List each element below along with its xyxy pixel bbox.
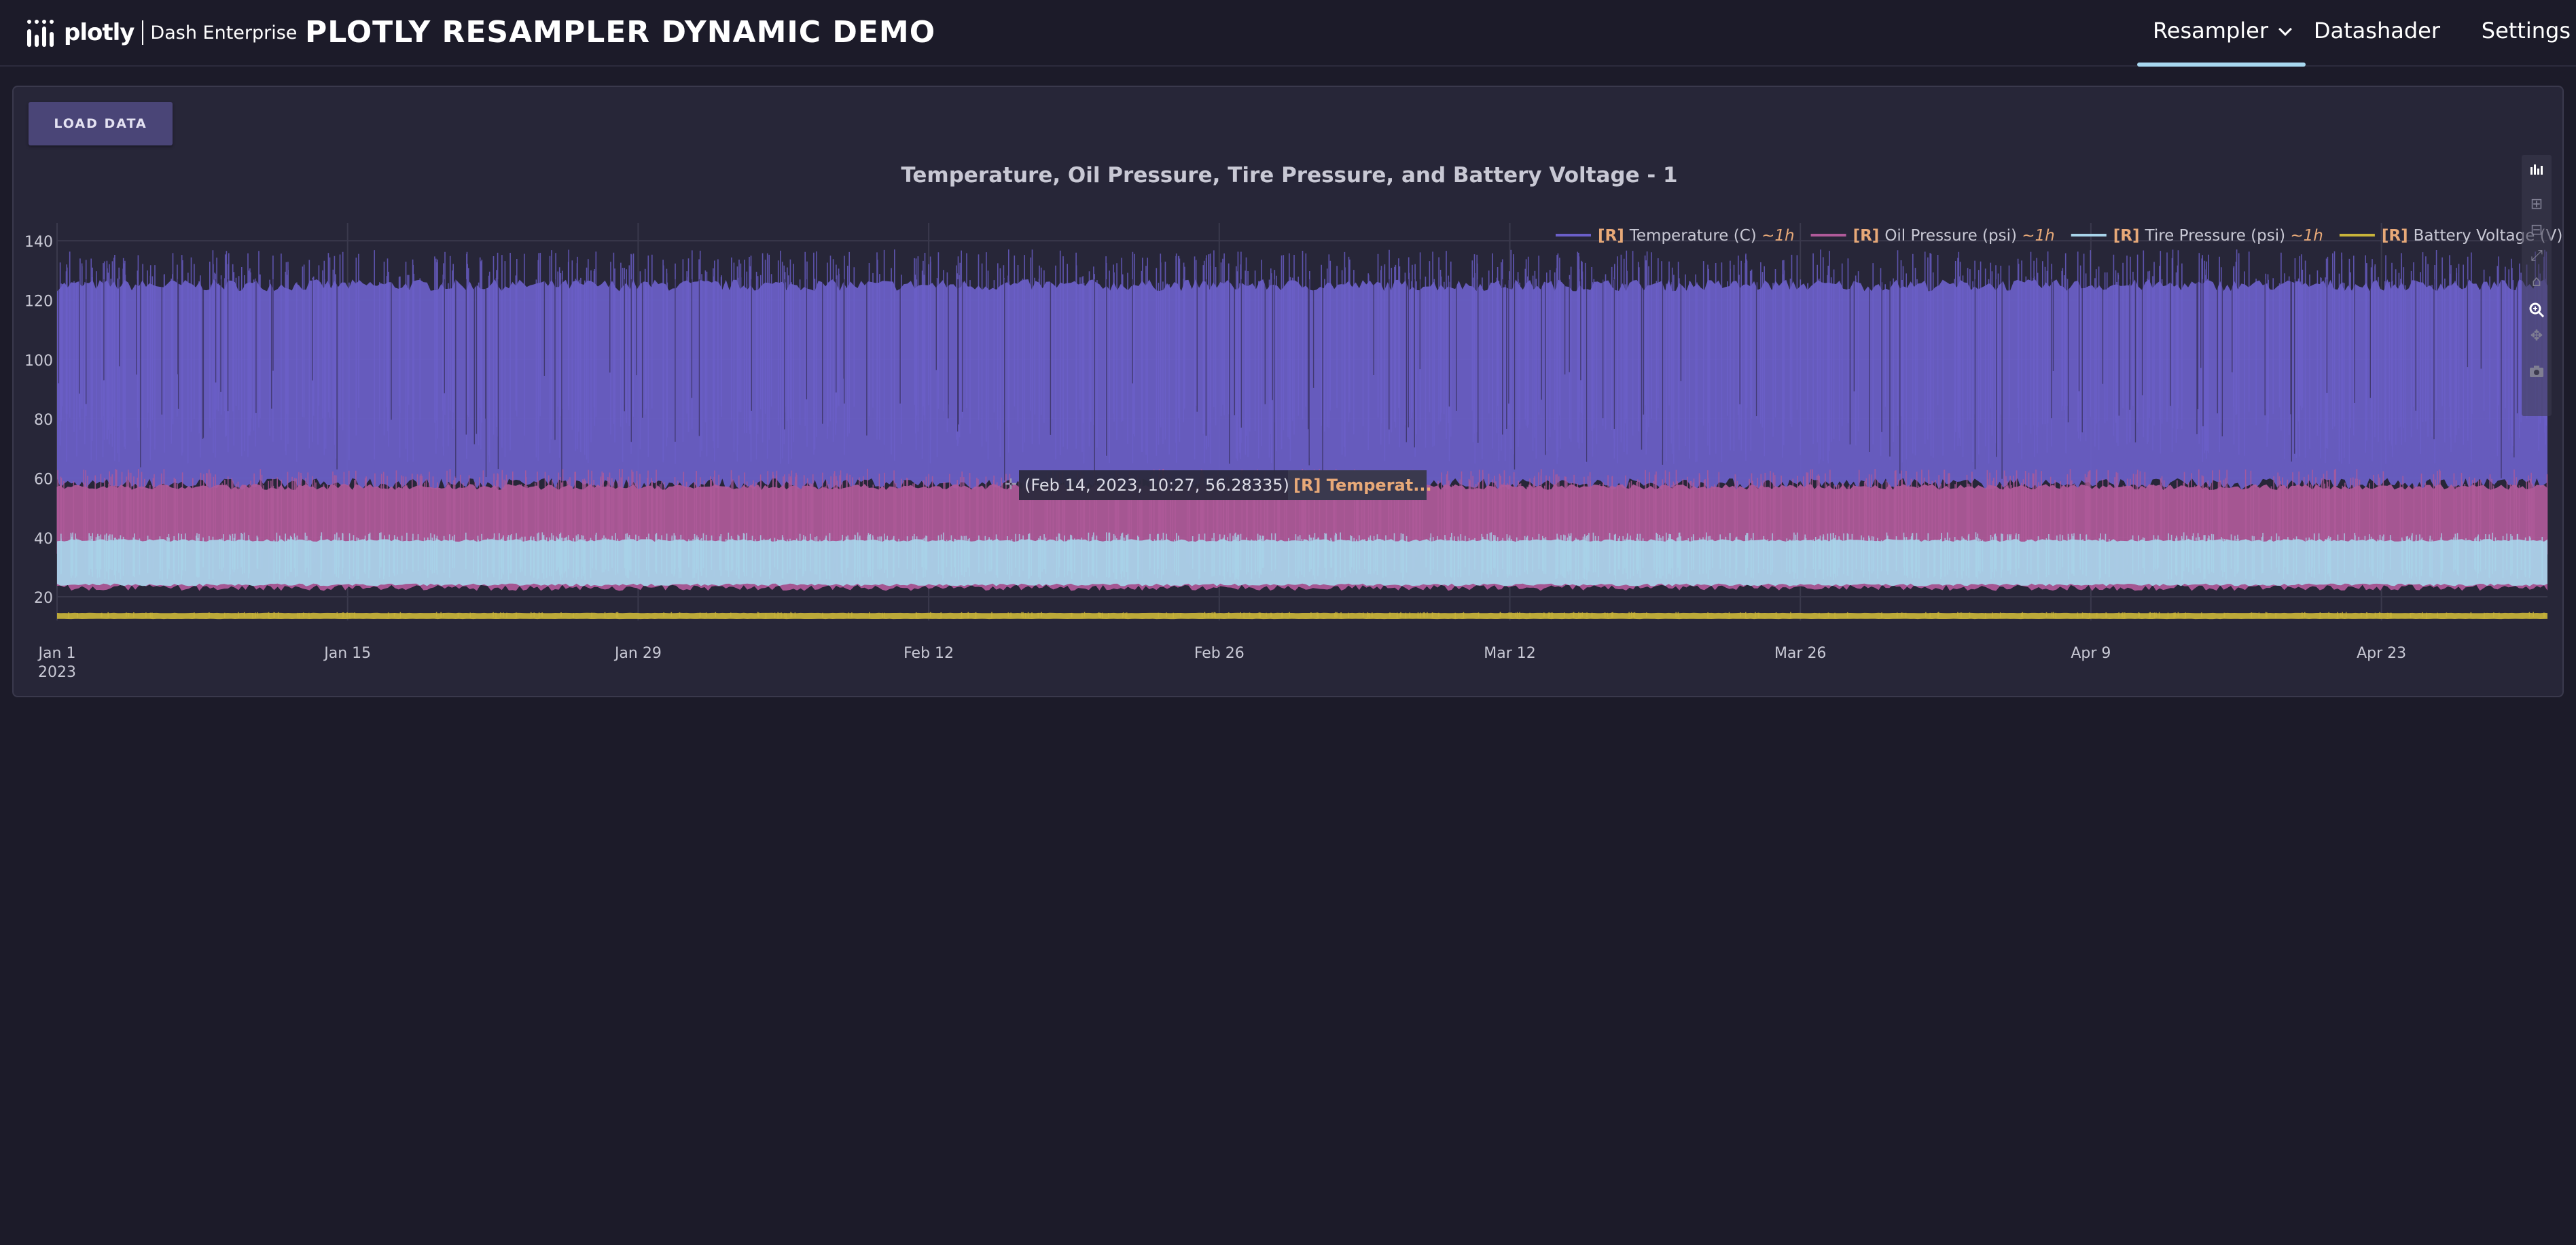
y-tick-label: 40 xyxy=(34,531,53,548)
series-temperature-c xyxy=(57,249,2547,490)
x-tick-label: Jan 1 xyxy=(37,645,76,662)
x-tick-label: Apr 23 xyxy=(2357,645,2406,662)
chevron-down-icon xyxy=(2278,22,2292,36)
zoom-out-icon[interactable]: ⊟ xyxy=(2527,220,2546,239)
resampler-graph[interactable]: Temperature, Oil Pressure, Tire Pressure… xyxy=(14,87,2565,699)
series-battery-voltage-v xyxy=(57,612,2547,620)
crosshair-cursor-icon: ✛ xyxy=(1005,476,1017,493)
x-tick-sublabel: 2023 xyxy=(38,664,76,681)
hover-series: [R] Temperat... xyxy=(1293,476,1432,495)
pan-icon[interactable]: ✥ xyxy=(2527,326,2546,345)
logo-subtitle: Dash Enterprise xyxy=(150,22,298,43)
logo-wordmark: plotly xyxy=(64,19,135,46)
autoscale-icon[interactable]: ⤢ xyxy=(2527,246,2546,265)
x-tick-label: Feb 26 xyxy=(1194,645,1245,662)
x-tick-label: Mar 12 xyxy=(1484,645,1536,662)
nav-settings[interactable]: Settings xyxy=(2482,0,2571,67)
x-tick-label: Feb 12 xyxy=(904,645,954,662)
legend-label: [R] Oil Pressure (psi) ~1h xyxy=(1853,227,2055,245)
page-title: PLOTLY RESAMPLER DYNAMIC DEMO xyxy=(305,15,936,50)
camera-icon[interactable] xyxy=(2527,362,2546,381)
home-icon[interactable]: ⌂ xyxy=(2527,272,2546,291)
app-header: plotly Dash Enterprise PLOTLY RESAMPLER … xyxy=(0,0,2576,67)
y-tick-label: 120 xyxy=(24,294,53,311)
nav-resampler-label: Resampler xyxy=(2153,18,2268,43)
y-tick-label: 80 xyxy=(34,412,53,429)
plotly-logo[interactable]: plotly Dash Enterprise xyxy=(26,14,297,52)
plot-modebar: ⊞ ⊟ ⤢ ⌂ ✥ xyxy=(2522,155,2552,416)
chart-legend[interactable]: [R] Temperature (C) ~1h [R] Oil Pressure … xyxy=(1556,227,2565,245)
x-tick-label: Jan 15 xyxy=(323,645,371,662)
zoom-in-icon[interactable]: ⊞ xyxy=(2527,194,2546,213)
legend-item[interactable]: [R] Oil Pressure (psi) ~1h xyxy=(1810,227,2055,245)
x-tick-label: Apr 9 xyxy=(2071,645,2111,662)
plotly-logo-icon xyxy=(27,20,54,47)
y-tick-label: 140 xyxy=(24,234,53,251)
nav-resampler[interactable]: Resampler xyxy=(2137,0,2306,67)
y-tick-label: 100 xyxy=(24,353,53,370)
legend-item[interactable]: [R] Tire Pressure (psi) ~1h xyxy=(2071,227,2323,245)
x-tick-label: Mar 26 xyxy=(1774,645,1827,662)
logo-divider xyxy=(142,20,144,45)
x-tick-label: Jan 29 xyxy=(613,645,662,662)
graph-card: LOAD DATA Temperature, Oil Pressure, Tir… xyxy=(12,86,2565,699)
chart-title: Temperature, Oil Pressure, Tire Pressure… xyxy=(901,163,1677,188)
nav-settings-label: Settings xyxy=(2481,18,2571,43)
legend-item[interactable]: [R] Temperature (C) ~1h xyxy=(1556,227,1795,245)
nav-datashader-label: Datashader xyxy=(2313,18,2440,43)
nav-datashader[interactable]: Datashader xyxy=(2314,0,2440,67)
hover-value: (Feb 14, 2023, 10:27, 56.28335) xyxy=(1024,476,1289,495)
chart-series xyxy=(56,249,2548,620)
y-tick-label: 20 xyxy=(34,590,53,607)
y-tick-label: 60 xyxy=(34,471,53,488)
legend-label: [R] Temperature (C) ~1h xyxy=(1598,227,1795,245)
legend-label: [R] Tire Pressure (psi) ~1h xyxy=(2113,227,2323,245)
zoom-icon[interactable] xyxy=(2527,300,2546,319)
plotly-logo-icon[interactable] xyxy=(2527,159,2546,178)
hover-tooltip: (Feb 14, 2023, 10:27, 56.28335) [R] Temp… xyxy=(1005,470,1432,500)
